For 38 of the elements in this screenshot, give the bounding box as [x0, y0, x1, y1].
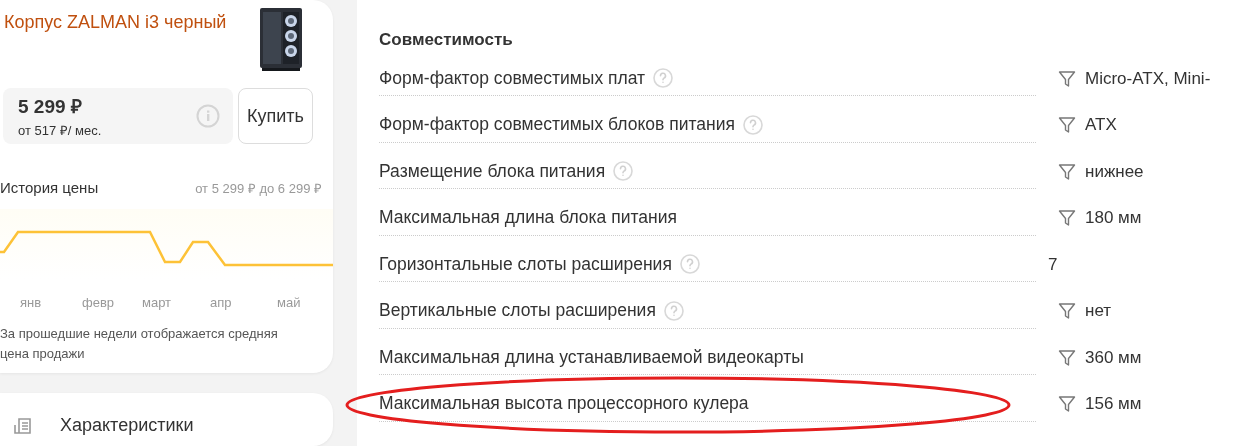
spec-value: Micro-ATX, Mini-: [1085, 68, 1211, 89]
buy-button[interactable]: Купить: [238, 88, 313, 144]
list-icon: [14, 417, 32, 435]
spec-value: ATX: [1085, 115, 1117, 135]
filter-icon[interactable]: [1058, 348, 1076, 367]
spec-label: Форм-фактор совместимых плат: [379, 67, 646, 89]
spec-label: Максимальная длина блока питания: [379, 207, 677, 228]
spec-label: Горизонтальные слоты расширения: [379, 253, 672, 275]
month-label: янв: [20, 295, 43, 310]
price-history-title: История цены: [0, 179, 99, 196]
characteristics-title[interactable]: Характеристики: [60, 415, 194, 436]
filter-icon[interactable]: [1058, 116, 1076, 134]
spec-label: Размещение блока питания: [379, 160, 606, 182]
spec-value: 156 мм: [1085, 394, 1142, 414]
spec-value: нижнее: [1085, 161, 1144, 182]
spec-label: Вертикальные слоты расширения: [379, 300, 656, 321]
spec-label: Форм-фактор совместимых блоков питания: [379, 114, 735, 135]
spec-label: Максимальная длина устанавливаемой видеокарты: [379, 346, 804, 368]
installment-text[interactable]: от 517 ₽/ мес.: [18, 121, 102, 139]
spec-value: 360 мм: [1085, 347, 1142, 368]
month-label: февр: [82, 295, 116, 310]
price-range: от 5 299 ₽ до 6 299 ₽: [195, 180, 322, 197]
filter-icon[interactable]: [1058, 69, 1076, 88]
price: 5 299 ₽: [18, 95, 83, 119]
spec-value: 7: [1048, 254, 1058, 275]
spec-value: 180 мм: [1085, 208, 1142, 228]
spec-label: Максимальная высота процессорного кулера: [379, 393, 749, 414]
filter-icon[interactable]: [1058, 302, 1076, 320]
month-label: май: [277, 295, 301, 310]
section-title: Совместимость: [379, 30, 514, 50]
price-history-note: За прошедшие недели отображается средняя цена продажи: [0, 325, 279, 363]
filter-icon[interactable]: [1058, 209, 1076, 227]
filter-icon[interactable]: [1058, 395, 1076, 413]
filter-icon[interactable]: [1058, 162, 1076, 181]
month-label: апр: [210, 295, 233, 310]
product-title[interactable]: Корпус ZALMAN i3 черный: [4, 12, 227, 33]
month-label: март: [142, 295, 173, 310]
spec-value: нет: [1085, 301, 1112, 321]
